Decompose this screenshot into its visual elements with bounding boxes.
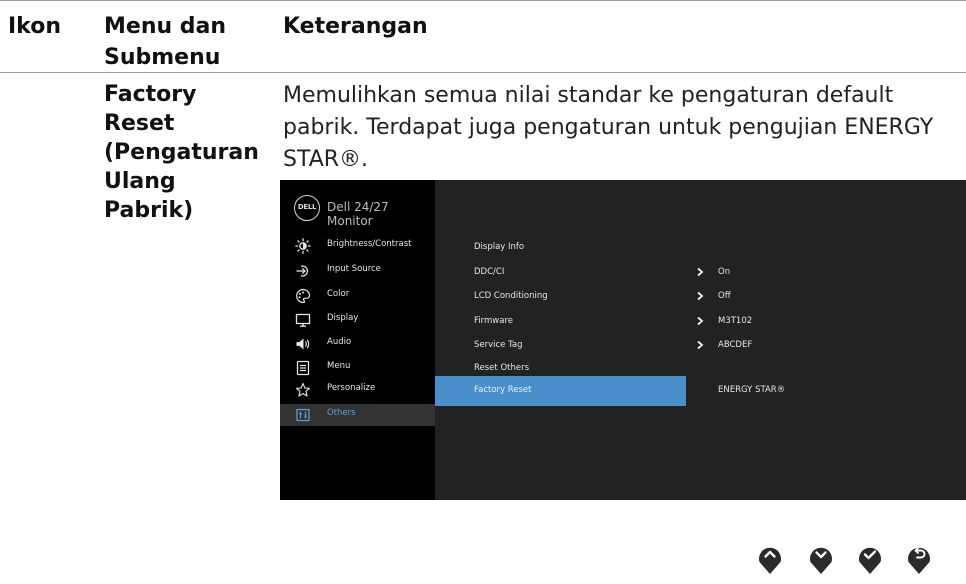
chevron-right-icon [697, 267, 704, 277]
input-source-icon [296, 265, 309, 277]
sub-label-service-tag: Service Tag [474, 340, 523, 350]
nav-item-others[interactable]: Others [280, 404, 435, 426]
speaker-icon [296, 338, 310, 350]
osd-title: Dell 24/27 Monitor [327, 200, 389, 228]
header-menu: Menu dan Submenu [104, 14, 227, 70]
osd-menu: DELL Dell 24/27 Monitor Brightness/Contr… [280, 180, 966, 500]
ok-button[interactable] [857, 541, 883, 575]
sub-item-ddc-ci[interactable]: DDC/CI On [435, 260, 966, 284]
sub-item-service-tag[interactable]: Service Tag ABCDEF [435, 333, 966, 357]
description-text: Memulihkan semua nilai standar ke pengat… [283, 83, 934, 172]
osd-nav-panel: DELL Dell 24/27 Monitor Brightness/Contr… [280, 180, 435, 500]
down-button[interactable] [808, 541, 834, 575]
sub-value-ddc-ci: On [718, 267, 731, 277]
selection-highlight [435, 376, 686, 406]
nav-item-menu[interactable]: Menu [280, 357, 435, 379]
header-description: Keterangan [283, 14, 428, 39]
nav-item-input-source[interactable]: Input Source [280, 260, 435, 282]
brightness-icon [295, 238, 311, 254]
star-icon [295, 382, 311, 397]
nav-item-brightness-contrast[interactable]: Brightness/Contrast [280, 235, 435, 257]
sub-label-display-info: Display Info [474, 242, 525, 252]
dell-logo: DELL [294, 195, 320, 221]
nav-item-color[interactable]: Color [280, 285, 435, 307]
up-button[interactable] [757, 541, 783, 575]
sub-label-firmware: Firmware [474, 316, 513, 326]
display-icon [295, 313, 311, 327]
nav-item-audio[interactable]: Audio [280, 333, 435, 355]
chevron-right-icon [697, 340, 704, 350]
top-rule [0, 0, 966, 1]
color-palette-icon [296, 288, 311, 304]
nav-label-personalize: Personalize [327, 383, 376, 393]
sub-item-firmware[interactable]: Firmware M3T102 [435, 309, 966, 333]
chevron-right-icon [697, 316, 704, 326]
sub-value-lcd-conditioning: Off [718, 291, 731, 301]
sub-label-ddc-ci: DDC/CI [474, 267, 505, 277]
nav-label-others: Others [327, 408, 356, 418]
back-button[interactable] [906, 541, 932, 575]
chevron-right-icon [697, 291, 704, 301]
nav-item-display[interactable]: Display [280, 309, 435, 331]
header-icon: Ikon [8, 14, 62, 39]
sub-label-reset-others: Reset Others [474, 363, 530, 373]
sub-label-factory-reset: Factory Reset [474, 385, 532, 395]
sub-item-factory-reset[interactable]: Factory Reset ENERGY STAR® [435, 376, 966, 406]
nav-label-brightness-contrast: Brightness/Contrast [327, 239, 412, 249]
nav-label-display: Display [327, 313, 359, 323]
others-icon [296, 408, 310, 422]
nav-label-menu: Menu [327, 361, 351, 371]
nav-label-color: Color [327, 289, 350, 299]
menu-icon [296, 360, 310, 376]
sub-value-factory-reset: ENERGY STAR® [718, 385, 786, 395]
nav-label-input-source: Input Source [327, 264, 381, 274]
header-rule [0, 72, 966, 73]
sub-item-lcd-conditioning[interactable]: LCD Conditioning Off [435, 284, 966, 308]
nav-label-audio: Audio [327, 337, 352, 347]
sub-value-service-tag: ABCDEF [718, 340, 753, 350]
sub-item-display-info[interactable]: Display Info [435, 235, 966, 259]
sub-value-firmware: M3T102 [718, 316, 753, 326]
sub-label-lcd-conditioning: LCD Conditioning [474, 291, 548, 301]
menu-name: Factory Reset (Pengaturan Ulang Pabrik) [104, 82, 259, 223]
nav-item-personalize[interactable]: Personalize [280, 379, 435, 401]
